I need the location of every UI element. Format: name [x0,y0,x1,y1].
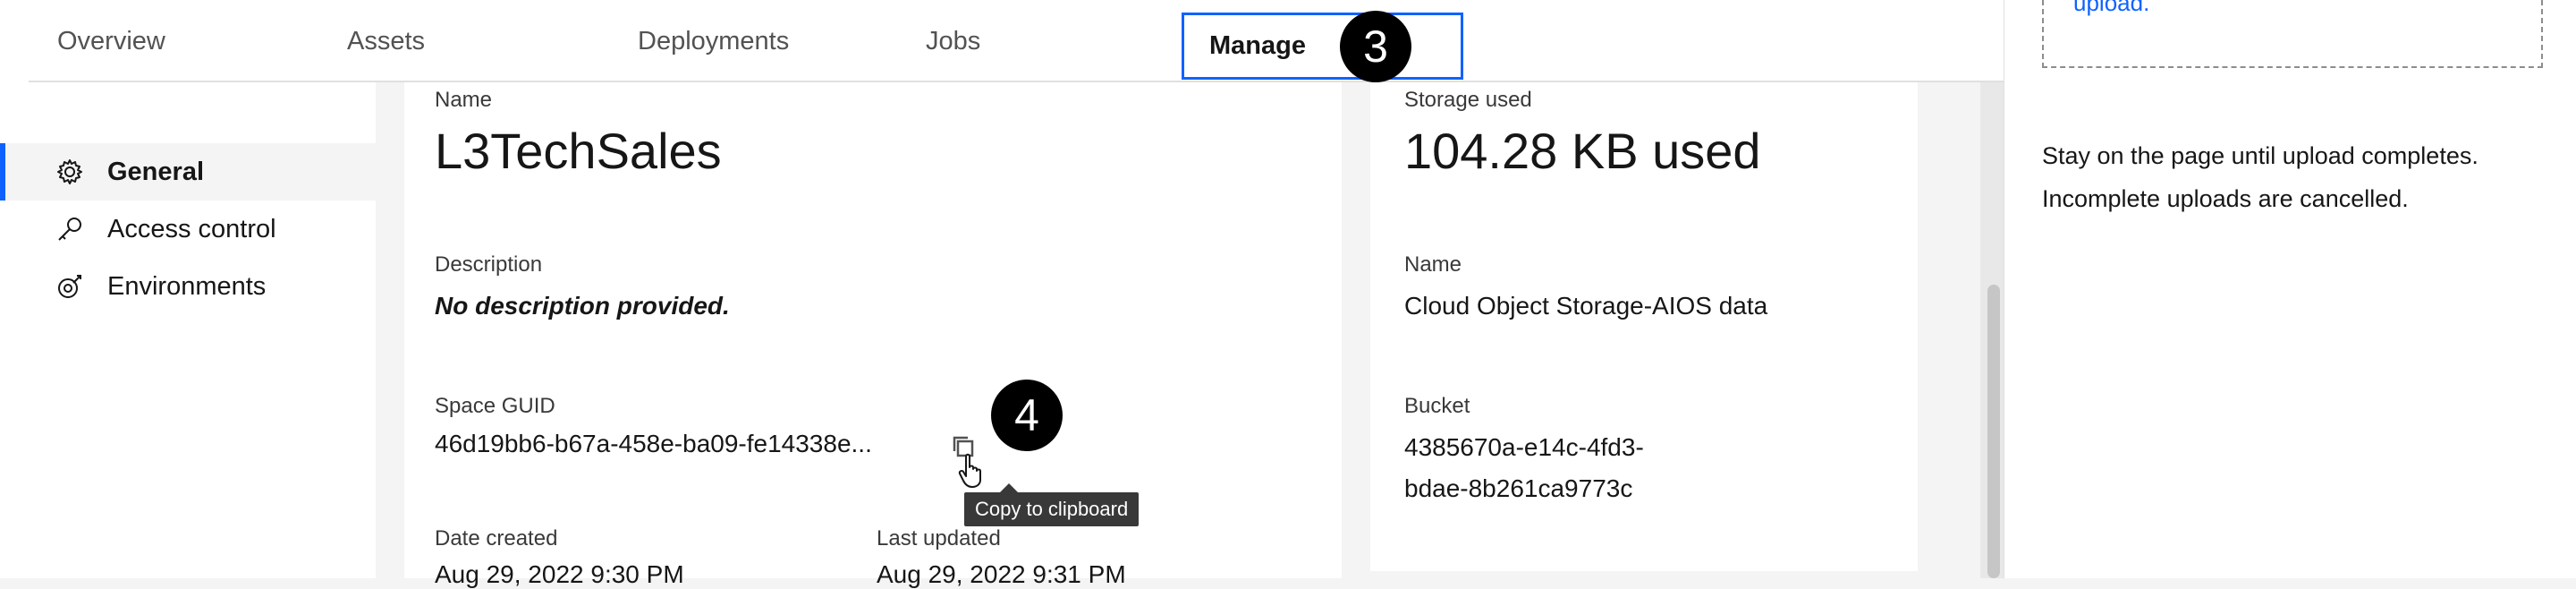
tab-jobs[interactable]: Jobs [926,0,980,82]
upload-notice-line1: Stay on the page until upload completes. [2042,142,2479,169]
tab-deployments[interactable]: Deployments [638,0,789,82]
sidebar-item-label: General [107,157,204,186]
date-created-value: Aug 29, 2022 9:30 PM [435,560,684,588]
tab-assets[interactable]: Assets [347,0,425,82]
sidebar-item-access-control[interactable]: Access control [0,201,376,258]
sidebar-item-general[interactable]: General [0,143,376,201]
description-label: Description [435,252,543,277]
bucket-value-line1: 4385670a-e14c-4fd3- [1404,433,1644,461]
gear-icon [57,159,82,184]
tab-overview[interactable]: Overview [57,0,165,82]
tab-bar [0,0,2004,82]
environment-icon [58,275,81,298]
tooltip-caret [1000,483,1018,492]
guid-label: Space GUID [435,394,555,418]
sidebar-item-label: Environments [107,271,267,301]
tab-manage-label: Manage [1209,31,1306,60]
storage-used-label: Storage used [1404,88,1532,112]
last-updated-value: Aug 29, 2022 9:31 PM [877,560,1126,588]
name-label: Name [435,88,493,112]
space-name: L3TechSales [435,123,722,179]
bucket-label: Bucket [1404,394,1470,418]
storage-name-value: Cloud Object Storage-AIOS data [1404,292,1768,320]
sidebar-item-label: Access control [107,214,276,243]
selected-indicator [0,143,5,201]
hand-cursor-icon [958,453,981,488]
upload-notice: Stay on the page until upload completes.… [2042,134,2543,220]
key-icon [58,218,81,241]
step-badge-4: 4 [991,380,1063,451]
description-value: No description provided. [435,292,730,320]
date-created-label: Date created [435,526,558,551]
guid-value: 46d19bb6-b67a-458e-ba09-fe14338e... [435,430,872,457]
upload-notice-line2: Incomplete uploads are cancelled. [2042,185,2409,212]
upload-link[interactable]: upload. [2073,0,2149,17]
storage-used-value: 104.28 KB used [1404,123,1761,179]
last-updated-label: Last updated [877,526,1001,551]
storage-name-label: Name [1404,252,1462,277]
copy-tooltip: Copy to clipboard [964,492,1140,526]
sidebar-item-environments[interactable]: Environments [0,258,376,315]
bucket-value-line2: bdae-8b261ca9773c [1404,474,1633,502]
step-badge-3: 3 [1340,11,1411,82]
upload-drawer [2004,0,2576,578]
scrollbar-thumb[interactable] [1987,285,2000,578]
